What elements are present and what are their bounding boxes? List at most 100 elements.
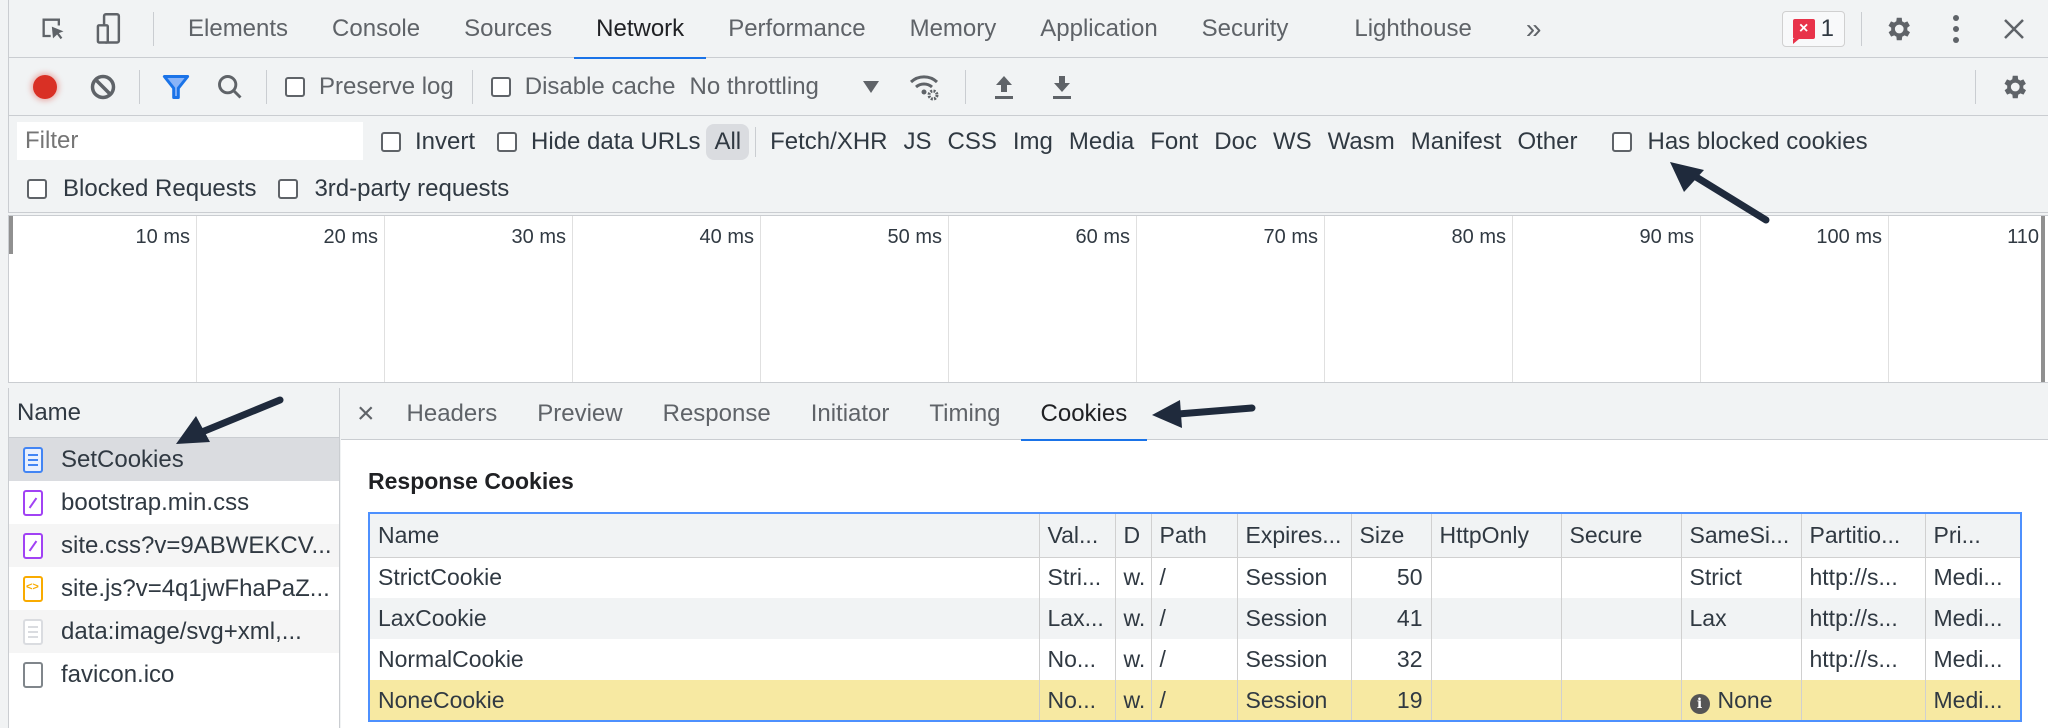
request-row[interactable]: bootstrap.min.css: [9, 481, 339, 524]
tab-lighthouse[interactable]: Lighthouse: [1332, 0, 1493, 58]
type-filter-all[interactable]: All: [706, 124, 750, 160]
name-column-header[interactable]: Name: [9, 388, 339, 438]
import-har-upload-icon[interactable]: [986, 74, 1022, 100]
tab-elements[interactable]: Elements: [166, 0, 310, 58]
type-filter-other[interactable]: Other: [1509, 124, 1585, 160]
column-header[interactable]: Pri...: [1925, 513, 2022, 558]
cookie-partition-cell: http://s...: [1801, 598, 1926, 639]
details-tab-initiator[interactable]: Initiator: [791, 388, 910, 440]
error-count-button[interactable]: × 1: [1781, 10, 1845, 47]
device-toolbar-icon[interactable]: [85, 12, 133, 45]
type-filter-media[interactable]: Media: [1061, 124, 1142, 160]
cookie-expires-cell: Session: [1237, 557, 1352, 598]
details-tab-preview[interactable]: Preview: [517, 388, 642, 440]
cookie-priority-cell: Medi...: [1925, 680, 2022, 721]
tab-application[interactable]: Application: [1018, 0, 1179, 58]
type-filter-fetch-xhr[interactable]: Fetch/XHR: [762, 124, 895, 160]
cookie-path-cell: /: [1151, 639, 1238, 680]
request-name: data:image/svg+xml,...: [61, 617, 302, 645]
type-filter-doc[interactable]: Doc: [1206, 124, 1265, 160]
column-header[interactable]: Size: [1351, 513, 1432, 558]
inspect-element-icon[interactable]: [29, 15, 77, 43]
type-filter-img[interactable]: Img: [1005, 124, 1061, 160]
column-header[interactable]: Path: [1151, 513, 1238, 558]
tab-network[interactable]: Network: [574, 0, 707, 59]
cookie-secure-cell: [1561, 680, 1682, 721]
has-blocked-cookies-checkbox[interactable]: [1611, 132, 1632, 152]
cookie-domain-cell: w.: [1115, 639, 1152, 680]
main-tabs: Elements Console Sources Network Performance…: [166, 0, 1494, 59]
type-filter-manifest[interactable]: Manifest: [1403, 124, 1510, 160]
export-har-download-icon[interactable]: [1044, 74, 1080, 100]
cookie-row[interactable]: NoneCookie No... w. / Session 19 i None Medi...: [369, 680, 2022, 721]
invert-checkbox[interactable]: [381, 132, 401, 152]
response-cookies-title: Response Cookies: [368, 468, 574, 494]
more-tabs-button[interactable]: »: [1504, 0, 1564, 58]
disable-cache-checkbox[interactable]: [490, 76, 511, 97]
timeline-tick: 20 ms: [197, 216, 385, 382]
timeline-tick: 50 ms: [761, 216, 949, 382]
cookie-row[interactable]: LaxCookie Lax... w. / Session 41 Lax http://s..…: [369, 598, 2022, 639]
network-conditions-icon[interactable]: [905, 72, 945, 102]
stylesheet-icon: [23, 489, 43, 516]
record-button[interactable]: [27, 74, 63, 99]
settings-gear-icon[interactable]: [1878, 14, 1918, 44]
column-header[interactable]: Name: [369, 513, 1040, 558]
hide-data-urls-checkbox[interactable]: [497, 132, 518, 152]
cookie-value-cell: No...: [1039, 680, 1116, 721]
more-options-icon[interactable]: [1936, 14, 1976, 44]
tab-console[interactable]: Console: [310, 0, 442, 58]
request-row[interactable]: data:image/svg+xml,...: [9, 610, 339, 653]
document-icon: [23, 446, 43, 473]
network-settings-gear-icon[interactable]: [1994, 72, 2034, 102]
clear-icon[interactable]: [85, 73, 121, 101]
throttling-select[interactable]: No throttling: [689, 73, 879, 101]
tab-sources[interactable]: Sources: [442, 0, 574, 58]
timeline-tick: 80 ms: [1325, 216, 1513, 382]
cookie-priority-cell: Medi...: [1925, 639, 2022, 680]
type-filter-css[interactable]: CSS: [940, 124, 1005, 160]
close-details-button[interactable]: ×: [341, 397, 387, 431]
tab-memory[interactable]: Memory: [888, 0, 1019, 58]
request-row[interactable]: site.css?v=9ABWEKCV...: [9, 524, 339, 567]
cookie-value-cell: Stri...: [1039, 557, 1116, 598]
type-filter-wasm[interactable]: Wasm: [1320, 124, 1403, 160]
blocked-requests-checkbox[interactable]: [27, 179, 47, 199]
search-icon[interactable]: [212, 73, 248, 101]
tab-security[interactable]: Security: [1180, 0, 1311, 58]
script-icon: <>: [23, 575, 43, 602]
cookie-secure-cell: [1561, 598, 1682, 639]
column-header[interactable]: Val...: [1039, 513, 1116, 558]
request-row[interactable]: favicon.ico: [9, 653, 339, 696]
cookie-row[interactable]: NormalCookie No... w. / Session 32 http://s...…: [369, 639, 2022, 680]
request-name: site.css?v=9ABWEKCV...: [61, 531, 332, 559]
column-header[interactable]: D: [1115, 513, 1152, 558]
column-header[interactable]: HttpOnly: [1431, 513, 1562, 558]
request-row[interactable]: <> site.js?v=4q1jwFhaPaZ...: [9, 567, 339, 610]
column-header[interactable]: SameSi...: [1681, 513, 1802, 558]
timeline-tick: 10 ms: [9, 216, 197, 382]
cookie-row[interactable]: StrictCookie Stri... w. / Session 50 Strict htt…: [369, 557, 2022, 598]
column-header[interactable]: Expires...: [1237, 513, 1352, 558]
filter-funnel-icon[interactable]: [158, 74, 194, 100]
tab-performance[interactable]: Performance: [706, 0, 887, 58]
details-tab-timing[interactable]: Timing: [909, 388, 1020, 440]
type-filter-ws[interactable]: WS: [1265, 124, 1320, 160]
details-tab-headers[interactable]: Headers: [387, 388, 518, 440]
details-tab-cookies[interactable]: Cookies: [1020, 388, 1148, 441]
request-row[interactable]: SetCookies: [9, 438, 339, 481]
type-filter-js[interactable]: JS: [896, 124, 940, 160]
type-filter-font[interactable]: Font: [1142, 124, 1206, 160]
cookie-size-cell: 41: [1351, 598, 1432, 639]
timeline-tick: 30 ms: [385, 216, 573, 382]
timeline-overview[interactable]: 10 ms 20 ms 30 ms 40 ms 50 ms 60 ms 70 ms 80 ms…: [8, 215, 2048, 383]
third-party-requests-checkbox[interactable]: [278, 179, 299, 199]
close-devtools-icon[interactable]: [1994, 17, 2034, 41]
column-header[interactable]: Secure: [1561, 513, 1682, 558]
column-header[interactable]: Partitio...: [1801, 513, 1926, 558]
filter-input[interactable]: [17, 122, 363, 160]
divider: [471, 69, 473, 104]
preserve-log-checkbox[interactable]: [285, 76, 305, 97]
details-tab-response[interactable]: Response: [643, 388, 791, 440]
request-name: SetCookies: [61, 445, 184, 473]
